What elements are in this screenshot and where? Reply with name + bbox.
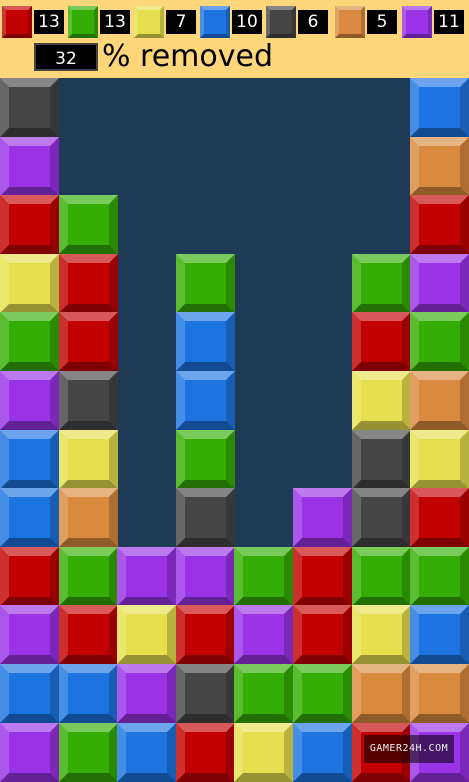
tile[interactable] — [410, 137, 469, 196]
tile[interactable] — [59, 723, 118, 782]
swatch-yellow — [134, 6, 164, 38]
swatch-orange — [335, 6, 365, 38]
tile[interactable] — [293, 488, 352, 547]
tile[interactable] — [410, 312, 469, 371]
tile[interactable] — [59, 488, 118, 547]
tile[interactable] — [59, 430, 118, 489]
tile[interactable] — [117, 664, 176, 723]
hud-bar: 13 13 7 10 6 5 11 32 % removed — [0, 0, 469, 78]
tile[interactable] — [410, 664, 469, 723]
tile[interactable] — [0, 195, 59, 254]
tile[interactable] — [176, 664, 235, 723]
tile[interactable] — [0, 547, 59, 606]
tile[interactable] — [59, 254, 118, 313]
tile[interactable] — [59, 605, 118, 664]
tile[interactable] — [0, 488, 59, 547]
count-blue: 10 — [232, 10, 262, 34]
tile[interactable] — [352, 312, 411, 371]
tile[interactable] — [410, 195, 469, 254]
tile[interactable] — [234, 664, 293, 723]
tile[interactable] — [410, 254, 469, 313]
tile[interactable] — [0, 78, 59, 137]
tile[interactable] — [352, 664, 411, 723]
tile[interactable] — [176, 312, 235, 371]
tile[interactable] — [234, 605, 293, 664]
tile[interactable] — [176, 547, 235, 606]
tile[interactable] — [0, 430, 59, 489]
tile[interactable] — [176, 430, 235, 489]
tile[interactable] — [293, 723, 352, 782]
swatch-purple — [402, 6, 432, 38]
swatch-blue — [200, 6, 230, 38]
tile[interactable] — [59, 371, 118, 430]
tile[interactable] — [410, 605, 469, 664]
tile[interactable] — [176, 723, 235, 782]
count-yellow: 7 — [166, 10, 196, 34]
tile[interactable] — [59, 195, 118, 254]
percent-removed-label: % removed — [102, 39, 274, 74]
tile[interactable] — [293, 664, 352, 723]
tile[interactable] — [0, 723, 59, 782]
tile[interactable] — [352, 547, 411, 606]
tile[interactable] — [176, 605, 235, 664]
tile[interactable] — [117, 547, 176, 606]
count-gray: 6 — [298, 10, 328, 34]
tile[interactable] — [0, 312, 59, 371]
tile[interactable] — [0, 137, 59, 196]
tile[interactable] — [0, 254, 59, 313]
tile[interactable] — [352, 488, 411, 547]
tile[interactable] — [352, 430, 411, 489]
tile[interactable] — [410, 488, 469, 547]
tile[interactable] — [352, 605, 411, 664]
tile[interactable] — [293, 605, 352, 664]
tile[interactable] — [117, 723, 176, 782]
swatch-green — [68, 6, 98, 38]
count-red: 13 — [34, 10, 64, 34]
tile[interactable] — [0, 605, 59, 664]
tile[interactable] — [410, 371, 469, 430]
tile[interactable] — [117, 605, 176, 664]
tile[interactable] — [234, 723, 293, 782]
tile[interactable] — [410, 547, 469, 606]
game-board — [0, 78, 469, 782]
tile[interactable] — [0, 371, 59, 430]
tile[interactable] — [352, 254, 411, 313]
tile[interactable] — [0, 664, 59, 723]
swatch-red — [2, 6, 32, 38]
tile[interactable] — [176, 254, 235, 313]
tile[interactable] — [59, 664, 118, 723]
count-green: 13 — [100, 10, 130, 34]
count-purple: 11 — [434, 10, 464, 34]
swatch-gray — [266, 6, 296, 38]
watermark: GAMER24H.COM — [364, 735, 454, 763]
tile[interactable] — [59, 547, 118, 606]
tile[interactable] — [410, 430, 469, 489]
tile[interactable] — [176, 371, 235, 430]
tile[interactable] — [293, 547, 352, 606]
tile[interactable] — [410, 78, 469, 137]
count-orange: 5 — [367, 10, 397, 34]
tile[interactable] — [352, 371, 411, 430]
percent-removed-value: 32 — [34, 43, 98, 71]
tile[interactable] — [59, 312, 118, 371]
tile[interactable] — [234, 547, 293, 606]
tile[interactable] — [176, 488, 235, 547]
